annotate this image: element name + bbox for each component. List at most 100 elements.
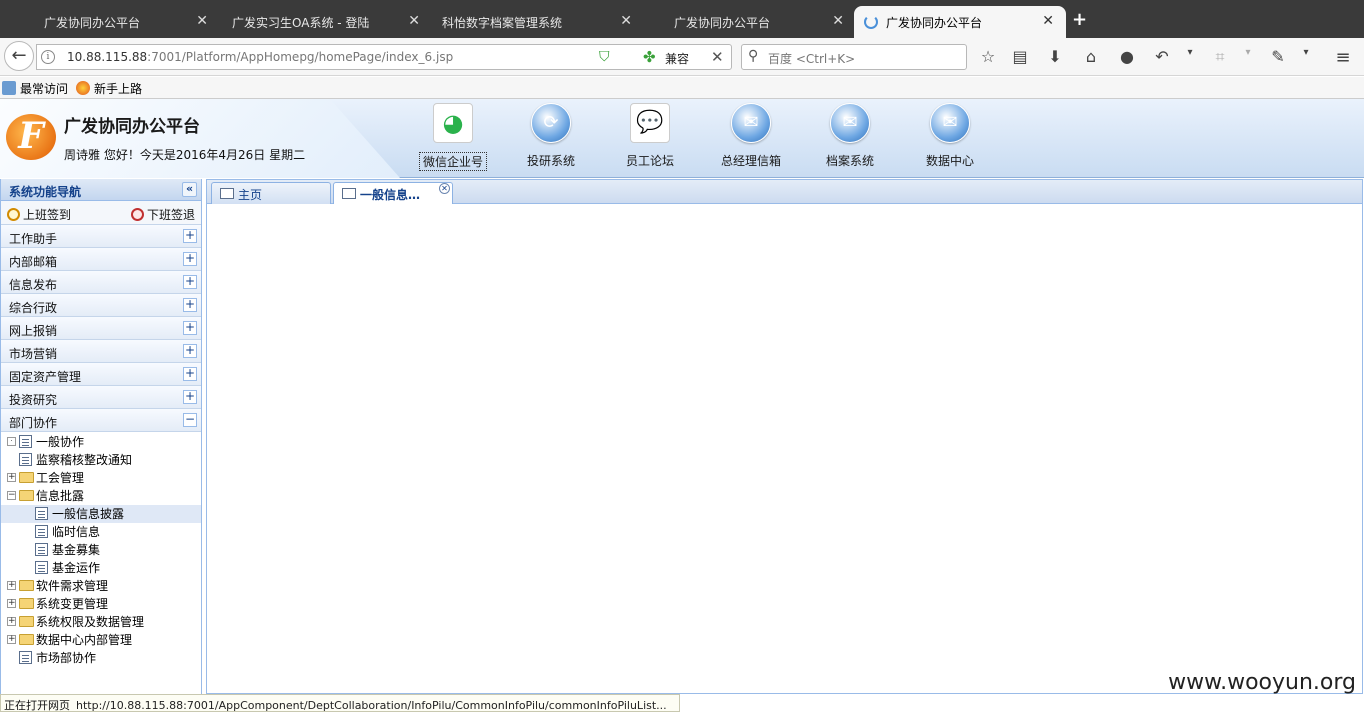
close-icon[interactable]: ✕ (196, 13, 208, 29)
accordion-info-publish[interactable]: 信息发布 + (1, 271, 201, 294)
download-icon[interactable]: ⬇ (1043, 47, 1067, 66)
bookmark-getting-started[interactable]: 新手上路 (76, 80, 142, 97)
expand-icon[interactable]: + (7, 617, 16, 626)
close-icon[interactable]: ✕ (620, 13, 632, 29)
bookmark-star-icon[interactable]: ☆ (976, 47, 1000, 66)
browser-tab[interactable]: 广发协同办公平台 ✕ (4, 6, 220, 38)
expand-icon[interactable]: + (183, 298, 197, 312)
app-title: 广发协同办公平台 (64, 117, 200, 137)
tree-toggle-icon[interactable]: · (7, 437, 16, 446)
tree-node[interactable]: 基金运作 (1, 559, 201, 577)
chevron-down-icon[interactable]: ▾ (1178, 47, 1202, 58)
nav-research[interactable]: ⟳ 投研系统 (501, 103, 601, 169)
tree-node-label: 系统权限及数据管理 (36, 615, 145, 629)
tab-general-info[interactable]: 一般信息… ✕ (333, 182, 453, 205)
navigation-bar: ← i 10.88.115.88:7001/Platform/AppHomepg… (0, 38, 1364, 76)
undo-icon[interactable]: ↶ (1150, 47, 1174, 66)
expand-icon[interactable]: + (7, 473, 16, 482)
browser-tab[interactable]: 广发实习生OA系统 - 登陆 ✕ (220, 6, 432, 38)
nav-wechat[interactable]: ◕ 微信企业号 (403, 103, 503, 171)
document-icon (35, 507, 48, 520)
close-icon[interactable]: ✕ (1042, 13, 1054, 29)
crop-icon[interactable]: ⌗ (1208, 47, 1232, 67)
back-arrow-icon[interactable]: ← (4, 41, 34, 71)
accordion-label: 网上报销 (9, 324, 58, 338)
menu-icon[interactable]: ≡ (1331, 47, 1355, 68)
accordion-work-assistant[interactable]: 工作助手 + (1, 225, 201, 248)
nav-forum[interactable]: 💬 员工论坛 (600, 103, 700, 169)
close-icon[interactable]: ✕ (711, 48, 724, 66)
checkin-button[interactable]: 上班签到 (7, 206, 71, 223)
mailbox-icon: ✉ (731, 103, 771, 143)
close-icon[interactable]: ✕ (439, 183, 450, 194)
tree-node-label: 软件需求管理 (36, 579, 109, 593)
browser-tab[interactable]: 科怡数字档案管理系统 ✕ (432, 6, 644, 38)
chevron-down-icon[interactable]: ▾ (1236, 47, 1260, 58)
expand-icon[interactable]: + (183, 367, 197, 381)
compat-mode-label[interactable]: 兼容 (665, 50, 689, 67)
tree-node[interactable]: 基金募集 (1, 541, 201, 559)
tab-label: 主页 (238, 188, 263, 202)
browser-tab[interactable]: 广发协同办公平台 ✕ (644, 6, 856, 38)
shield-icon[interactable]: ⛉ (599, 49, 610, 65)
expand-icon[interactable]: + (183, 390, 197, 404)
tree-node[interactable]: + 系统变更管理 (1, 595, 201, 613)
accordion-fixed-assets[interactable]: 固定资产管理 + (1, 363, 201, 386)
url-bar[interactable]: i 10.88.115.88:7001/Platform/AppHomepg/h… (36, 44, 732, 70)
accordion-label: 综合行政 (9, 301, 58, 315)
sidebar: 系统功能导航 « 上班签到 下班签退 工作助手 + 内部邮箱 + 信息发布 + 综合行… (0, 179, 202, 694)
tree-node[interactable]: + 工会管理 (1, 469, 201, 487)
bookmarks-bar: 最常访问 新手上路 (0, 77, 1364, 99)
expand-icon[interactable]: + (7, 635, 16, 644)
expand-icon[interactable]: + (183, 321, 197, 335)
expand-icon[interactable]: + (7, 599, 16, 608)
home-icon[interactable]: ⌂ (1079, 47, 1103, 66)
expand-icon[interactable]: + (7, 581, 16, 590)
nav-gm-mailbox[interactable]: ✉ 总经理信箱 (701, 103, 801, 169)
folder-icon (19, 598, 34, 609)
close-icon[interactable]: ✕ (408, 13, 420, 29)
collapse-icon[interactable]: « (182, 182, 197, 197)
expand-icon[interactable]: + (183, 229, 197, 243)
chevron-down-icon[interactable]: ▾ (1294, 47, 1318, 58)
nav-label: 投研系统 (526, 154, 575, 168)
tree-node[interactable]: + 系统权限及数据管理 (1, 613, 201, 631)
tree-node[interactable]: − 信息批露 (1, 487, 201, 505)
tree-node[interactable]: + 数据中心内部管理 (1, 631, 201, 649)
attendance-row: 上班签到 下班签退 (1, 201, 201, 225)
expand-icon[interactable]: + (183, 344, 197, 358)
accordion-marketing[interactable]: 市场营销 + (1, 340, 201, 363)
tree-node[interactable]: 临时信息 (1, 523, 201, 541)
sidebar-title: 系统功能导航 « (1, 179, 201, 201)
tree-node[interactable]: 监察稽核整改通知 (1, 451, 201, 469)
chat-icon[interactable]: ● (1115, 47, 1139, 66)
expand-icon[interactable]: + (183, 275, 197, 289)
accordion-reimbursement[interactable]: 网上报销 + (1, 317, 201, 340)
accordion-admin[interactable]: 综合行政 + (1, 294, 201, 317)
tree-node[interactable]: 市场部协作 (1, 649, 201, 667)
bookmark-most-visited[interactable]: 最常访问 (2, 80, 68, 97)
search-input[interactable]: ⚲ 百度 <Ctrl+K> (741, 44, 967, 70)
puzzle-icon[interactable]: ✤ (643, 48, 656, 66)
accordion-investment-research[interactable]: 投资研究 + (1, 386, 201, 409)
tree-node[interactable]: + 软件需求管理 (1, 577, 201, 595)
browser-tab-active[interactable]: 广发协同办公平台 ✕ (854, 6, 1066, 38)
checkout-button[interactable]: 下班签退 (131, 206, 195, 223)
nav-data-center[interactable]: ✉ 数据中心 (900, 103, 1000, 169)
tab-home[interactable]: 主页 (211, 182, 331, 204)
collapse-icon[interactable]: − (183, 413, 197, 427)
accordion-internal-mail[interactable]: 内部邮箱 + (1, 248, 201, 271)
tree-node[interactable]: 一般信息披露 (1, 505, 201, 523)
accordion-dept-collaboration[interactable]: 部门协作 − (1, 409, 201, 432)
info-icon[interactable]: i (41, 50, 55, 64)
expand-icon[interactable]: + (183, 252, 197, 266)
new-tab-icon[interactable]: + (1072, 9, 1087, 30)
close-icon[interactable]: ✕ (832, 13, 844, 29)
tree-node[interactable]: · 一般协作 (1, 433, 201, 451)
collapse-icon[interactable]: − (7, 491, 16, 500)
extension-icon[interactable]: ✎ (1266, 47, 1290, 66)
nav-archive[interactable]: ✉ 档案系统 (800, 103, 900, 169)
reading-list-icon[interactable]: ▤ (1008, 47, 1032, 66)
url-text[interactable]: 10.88.115.88:7001/Platform/AppHomepg/hom… (67, 50, 453, 64)
folder-icon (19, 580, 34, 591)
